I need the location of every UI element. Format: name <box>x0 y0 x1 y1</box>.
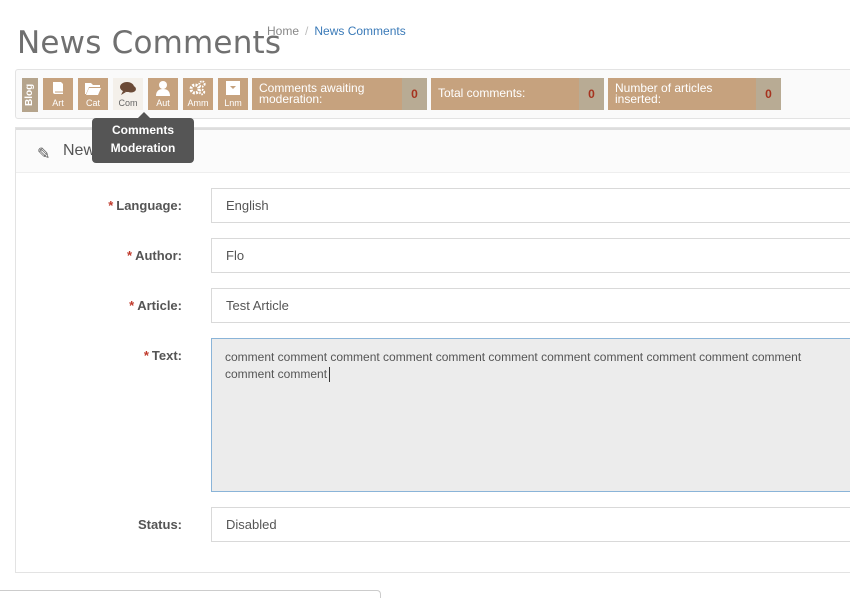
breadcrumb-separator: / <box>305 24 309 38</box>
comments-icon <box>113 78 143 99</box>
breadcrumb-current[interactable]: News Comments <box>314 24 405 38</box>
stat-articles-inserted[interactable]: Number of articles inserted: 0 <box>608 78 781 110</box>
bottom-panel-edge <box>0 590 381 598</box>
stat-total-count: 0 <box>579 78 604 110</box>
article-label: * Article: <box>129 298 182 313</box>
stat-total-label: Total comments: <box>438 86 526 100</box>
text-label: * Text: <box>143 348 182 363</box>
required-mark: * <box>127 248 133 263</box>
required-mark: * <box>143 348 149 363</box>
comments-label: Com <box>118 98 138 108</box>
user-icon <box>148 78 178 99</box>
articles-button[interactable]: Art <box>43 78 73 110</box>
language-label: * Language: <box>108 198 182 213</box>
categories-label: Cat <box>85 98 100 108</box>
page-title: News Comments <box>17 24 282 61</box>
comments-button[interactable]: Com <box>113 78 143 110</box>
required-mark: * <box>108 198 114 213</box>
lnm-label: Lnm <box>224 98 242 108</box>
status-label: Status: <box>137 517 182 532</box>
breadcrumb-home[interactable]: Home <box>267 24 299 38</box>
comments-moderation-tooltip: Comments Moderation <box>92 112 194 163</box>
blog-module-tab[interactable]: Blog <box>22 78 38 112</box>
tooltip-line-1: Comments <box>111 123 174 137</box>
stat-articles-count: 0 <box>756 78 781 110</box>
stat-awaiting-count: 0 <box>402 78 427 110</box>
dropdown-box-icon <box>218 78 248 99</box>
language-select[interactable]: English <box>211 188 850 223</box>
articles-label: Art <box>52 98 64 108</box>
stat-awaiting-moderation[interactable]: Comments awaiting moderation: 0 <box>252 78 427 110</box>
text-value: comment comment comment comment comment … <box>225 350 802 381</box>
pencil-icon: ✎ <box>37 146 51 163</box>
author-label: * Author: <box>127 248 182 263</box>
stat-total-comments[interactable]: Total comments: 0 <box>431 78 604 110</box>
author-input[interactable]: Flo <box>211 238 850 273</box>
required-mark: * <box>129 298 135 313</box>
amm-button[interactable]: Amm <box>183 78 213 110</box>
text-caret <box>329 367 331 383</box>
amm-label: Amm <box>187 98 209 108</box>
text-textarea[interactable]: comment comment comment comment comment … <box>211 338 850 492</box>
authors-button[interactable]: Aut <box>148 78 178 110</box>
article-select[interactable]: Test Article <box>211 288 850 323</box>
stat-articles-label: Number of articles inserted: <box>615 81 713 106</box>
gears-icon <box>183 78 213 99</box>
categories-button[interactable]: Cat <box>78 78 108 110</box>
authors-label: Aut <box>156 98 170 108</box>
panel-title: New <box>63 142 96 159</box>
breadcrumb: Home / News Comments <box>267 24 406 38</box>
stat-awaiting-label: Comments awaiting moderation: <box>259 81 365 106</box>
folder-open-icon <box>78 78 108 99</box>
lnm-button[interactable]: Lnm <box>218 78 248 110</box>
status-select[interactable]: Disabled <box>211 507 850 542</box>
book-icon <box>43 78 73 99</box>
tooltip-line-2: Moderation <box>110 141 176 155</box>
